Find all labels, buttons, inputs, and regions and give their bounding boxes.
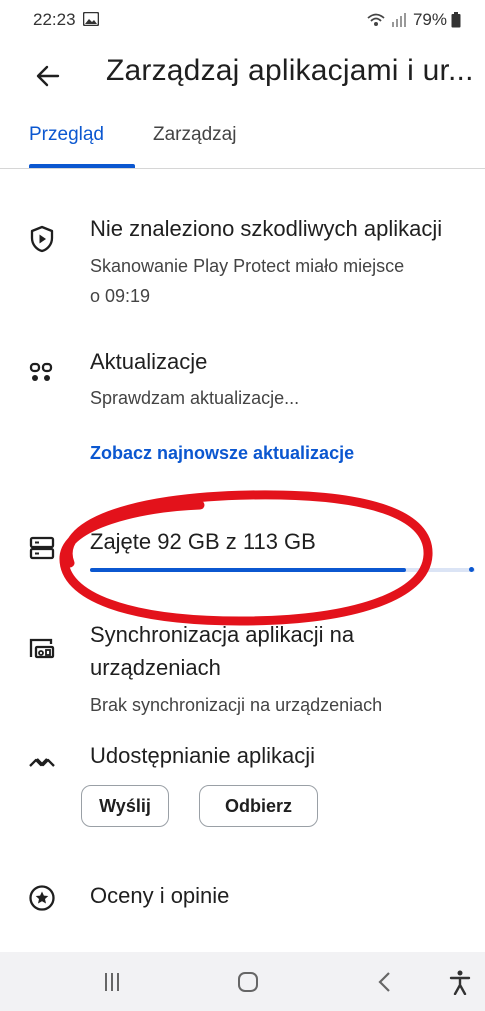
signal-icon bbox=[391, 13, 406, 27]
back-icon[interactable] bbox=[362, 952, 406, 1011]
arrow-back-icon[interactable] bbox=[28, 56, 68, 96]
storage-label: Zajęte 92 GB z 113 GB bbox=[90, 529, 316, 554]
accessibility-icon[interactable] bbox=[440, 952, 480, 1011]
sync-title-line2: urządzeniach bbox=[90, 655, 221, 680]
storage-progress-bar bbox=[90, 568, 475, 572]
updates-subtitle: Sprawdzam aktualizacje... bbox=[90, 388, 300, 408]
protect-title: Nie znaleziono szkodliwych aplikacji bbox=[90, 216, 443, 241]
status-time: 22:23 bbox=[33, 10, 76, 29]
protect-subtitle-line2: o 09:19 bbox=[90, 286, 151, 306]
star-circle-icon bbox=[29, 885, 55, 911]
storage-progress-fill bbox=[90, 568, 406, 572]
wifi-calling-icon bbox=[367, 13, 385, 26]
battery-icon bbox=[451, 12, 461, 28]
send-button[interactable]: Wyślij bbox=[81, 785, 169, 827]
recents-icon[interactable] bbox=[90, 952, 134, 1011]
gallery-icon bbox=[83, 12, 99, 26]
receive-button[interactable]: Odbierz bbox=[199, 785, 318, 827]
progress-end-dot bbox=[469, 567, 474, 572]
page-title: Zarządzaj aplikacjami i ur... bbox=[106, 54, 474, 87]
home-icon[interactable] bbox=[226, 952, 270, 1011]
battery-percent: 79% bbox=[412, 10, 447, 29]
device-sync-icon bbox=[29, 638, 55, 659]
status-bar: 22:23 79% bbox=[0, 0, 485, 36]
sync-subtitle: Brak synchronizacji na urządzeniach bbox=[90, 695, 383, 715]
ratings-title: Oceny i opinie bbox=[90, 883, 230, 908]
storage-icon bbox=[29, 536, 55, 560]
system-nav-bar bbox=[0, 952, 485, 1011]
tab-overview[interactable]: Przegląd bbox=[29, 124, 104, 146]
tab-manage[interactable]: Zarządzaj bbox=[153, 124, 236, 146]
red-circle-highlight bbox=[59, 490, 433, 626]
sync-title-line1: Synchronizacja aplikacji na bbox=[90, 622, 355, 647]
updates-title: Aktualizacje bbox=[90, 349, 208, 374]
protect-subtitle-line1: Skanowanie Play Protect miało miejsce bbox=[90, 256, 405, 276]
see-latest-updates-link[interactable]: Zobacz najnowsze aktualizacje bbox=[90, 443, 354, 464]
shield-play-icon bbox=[30, 225, 54, 253]
screen: 22:23 79% Zarządzaj aplikacjami i ur... … bbox=[0, 0, 485, 1011]
tab-divider bbox=[0, 168, 485, 169]
share-arrows-icon bbox=[29, 758, 55, 767]
sharing-title: Udostępnianie aplikacji bbox=[90, 743, 316, 768]
apps-grid-icon bbox=[29, 362, 53, 381]
status-icons: 79% bbox=[365, 10, 461, 30]
